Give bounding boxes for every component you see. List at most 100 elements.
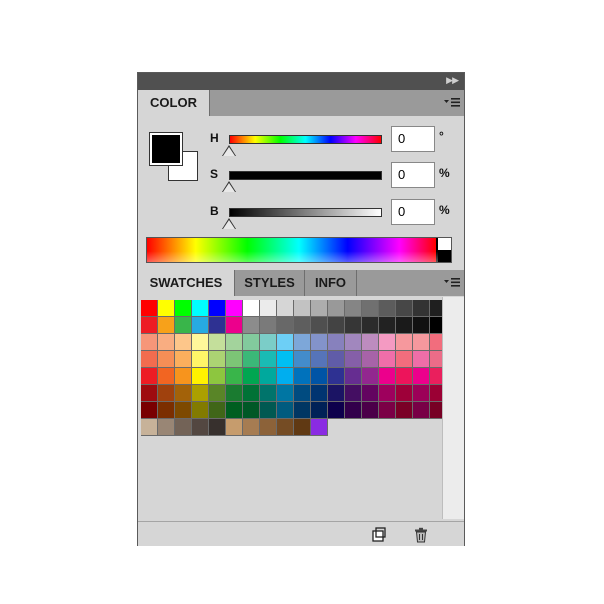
color-swatch[interactable]: [243, 419, 260, 436]
color-swatch[interactable]: [362, 402, 379, 419]
color-swatch[interactable]: [311, 385, 328, 402]
color-swatch[interactable]: [294, 351, 311, 368]
color-swatch[interactable]: [311, 300, 328, 317]
foreground-color-swatch[interactable]: [149, 132, 183, 166]
color-swatch[interactable]: [328, 334, 345, 351]
color-swatch[interactable]: [243, 300, 260, 317]
color-swatch[interactable]: [379, 385, 396, 402]
color-swatch[interactable]: [413, 368, 430, 385]
color-swatch[interactable]: [345, 402, 362, 419]
color-swatch[interactable]: [158, 334, 175, 351]
color-swatch[interactable]: [294, 334, 311, 351]
color-swatch[interactable]: [328, 317, 345, 334]
brightness-value-input[interactable]: 0: [391, 199, 435, 225]
saturation-value-input[interactable]: 0: [391, 162, 435, 188]
color-swatch[interactable]: [413, 385, 430, 402]
color-swatch[interactable]: [243, 368, 260, 385]
color-swatch[interactable]: [226, 368, 243, 385]
color-swatch[interactable]: [243, 385, 260, 402]
color-swatch[interactable]: [379, 334, 396, 351]
color-swatch[interactable]: [328, 385, 345, 402]
trash-icon[interactable]: [413, 527, 429, 543]
color-swatch[interactable]: [175, 351, 192, 368]
color-swatch[interactable]: [277, 300, 294, 317]
color-swatch[interactable]: [379, 368, 396, 385]
color-swatch[interactable]: [243, 334, 260, 351]
color-swatch[interactable]: [277, 419, 294, 436]
color-swatch[interactable]: [328, 300, 345, 317]
color-swatch[interactable]: [260, 351, 277, 368]
color-swatch[interactable]: [141, 317, 158, 334]
color-swatch[interactable]: [379, 351, 396, 368]
tab-color[interactable]: COLOR: [138, 90, 210, 117]
color-swatch[interactable]: [226, 385, 243, 402]
color-swatch[interactable]: [243, 402, 260, 419]
color-swatch[interactable]: [243, 317, 260, 334]
color-swatch[interactable]: [226, 334, 243, 351]
hue-value-input[interactable]: 0: [391, 126, 435, 152]
color-swatch[interactable]: [362, 351, 379, 368]
panel-menu-icon[interactable]: [444, 277, 460, 289]
color-swatch[interactable]: [379, 402, 396, 419]
color-swatch[interactable]: [413, 334, 430, 351]
color-swatch[interactable]: [277, 334, 294, 351]
tab-styles[interactable]: STYLES: [235, 270, 305, 296]
color-swatch[interactable]: [413, 317, 430, 334]
color-swatch[interactable]: [192, 317, 209, 334]
color-swatch[interactable]: [345, 300, 362, 317]
color-swatch[interactable]: [141, 385, 158, 402]
color-swatch[interactable]: [328, 351, 345, 368]
color-swatch[interactable]: [277, 368, 294, 385]
color-swatch[interactable]: [328, 368, 345, 385]
color-swatch[interactable]: [260, 300, 277, 317]
color-swatch[interactable]: [396, 402, 413, 419]
color-swatch[interactable]: [294, 402, 311, 419]
color-swatch[interactable]: [396, 385, 413, 402]
color-swatch[interactable]: [260, 334, 277, 351]
hue-slider[interactable]: [229, 135, 382, 144]
color-swatch[interactable]: [396, 317, 413, 334]
black-white-ramp[interactable]: [438, 238, 451, 262]
color-swatch[interactable]: [311, 317, 328, 334]
new-swatch-icon[interactable]: [370, 527, 386, 543]
color-swatch[interactable]: [209, 385, 226, 402]
color-swatch[interactable]: [277, 385, 294, 402]
color-swatch[interactable]: [209, 402, 226, 419]
color-swatch[interactable]: [396, 368, 413, 385]
color-swatch[interactable]: [345, 368, 362, 385]
color-swatch[interactable]: [260, 402, 277, 419]
color-swatch[interactable]: [175, 317, 192, 334]
color-swatch[interactable]: [328, 402, 345, 419]
color-swatch[interactable]: [277, 402, 294, 419]
color-swatch[interactable]: [345, 351, 362, 368]
color-swatch[interactable]: [294, 317, 311, 334]
color-swatch[interactable]: [345, 385, 362, 402]
color-swatch[interactable]: [158, 402, 175, 419]
color-swatch[interactable]: [362, 385, 379, 402]
color-swatch[interactable]: [277, 351, 294, 368]
color-swatch[interactable]: [311, 402, 328, 419]
color-swatch[interactable]: [362, 317, 379, 334]
color-swatch[interactable]: [294, 385, 311, 402]
color-swatch[interactable]: [158, 317, 175, 334]
color-swatch[interactable]: [209, 334, 226, 351]
color-swatch[interactable]: [345, 334, 362, 351]
color-swatch[interactable]: [311, 368, 328, 385]
color-swatch[interactable]: [260, 419, 277, 436]
color-swatch[interactable]: [413, 300, 430, 317]
color-swatch[interactable]: [175, 385, 192, 402]
tab-swatches[interactable]: SWATCHES: [138, 270, 235, 297]
color-swatch[interactable]: [209, 419, 226, 436]
color-swatch[interactable]: [158, 385, 175, 402]
brightness-slider[interactable]: [229, 208, 382, 217]
color-swatch[interactable]: [294, 419, 311, 436]
color-swatch[interactable]: [175, 419, 192, 436]
swatches-scrollbar[interactable]: [442, 297, 464, 519]
color-swatch[interactable]: [209, 351, 226, 368]
color-swatch[interactable]: [192, 334, 209, 351]
color-swatch[interactable]: [141, 300, 158, 317]
color-swatch[interactable]: [158, 419, 175, 436]
color-swatch[interactable]: [192, 419, 209, 436]
color-swatch[interactable]: [311, 419, 328, 436]
color-swatch[interactable]: [362, 334, 379, 351]
